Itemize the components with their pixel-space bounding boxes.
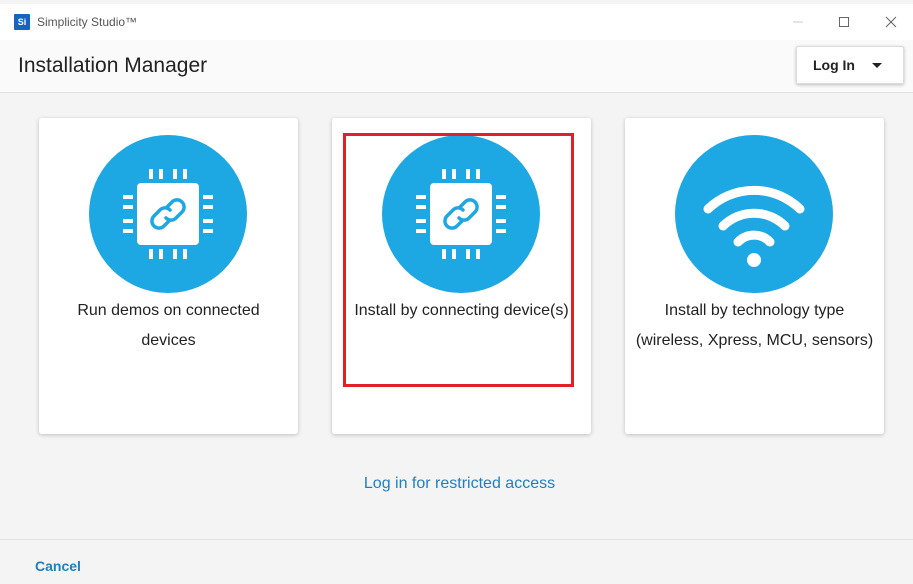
app-window: Si Simplicity Studio™ Installation Manag… — [0, 0, 913, 584]
minimize-icon — [793, 21, 803, 23]
close-button[interactable] — [874, 8, 908, 36]
restricted-access-link[interactable]: Log in for restricted access — [6, 475, 913, 493]
chip-link-icon — [89, 135, 247, 293]
app-logo-icon: Si — [14, 14, 30, 30]
maximize-button[interactable] — [827, 8, 861, 36]
app-title: Simplicity Studio™ — [37, 15, 138, 29]
page-title: Installation Manager — [18, 54, 208, 77]
title-bar: Si Simplicity Studio™ — [0, 4, 913, 40]
wifi-icon — [675, 135, 833, 293]
close-icon — [885, 16, 897, 28]
content-area: Run demos on connected devices Install b… — [6, 93, 913, 539]
card-run-demos[interactable]: Run demos on connected devices — [39, 118, 298, 434]
caret-down-icon — [872, 63, 882, 68]
highlight-box — [343, 133, 574, 387]
login-button[interactable]: Log In — [796, 46, 904, 84]
login-button-label: Log In — [813, 57, 855, 73]
minimize-button[interactable] — [781, 8, 815, 36]
footer: Cancel — [0, 539, 913, 584]
card-label: Install by technology type (wireless, Xp… — [635, 302, 874, 349]
cancel-button[interactable]: Cancel — [35, 558, 81, 574]
card-install-by-technology[interactable]: Install by technology type (wireless, Xp… — [625, 118, 884, 434]
maximize-icon — [839, 17, 849, 27]
header: Installation Manager Log In — [0, 40, 913, 93]
card-label: Run demos on connected devices — [77, 302, 260, 349]
